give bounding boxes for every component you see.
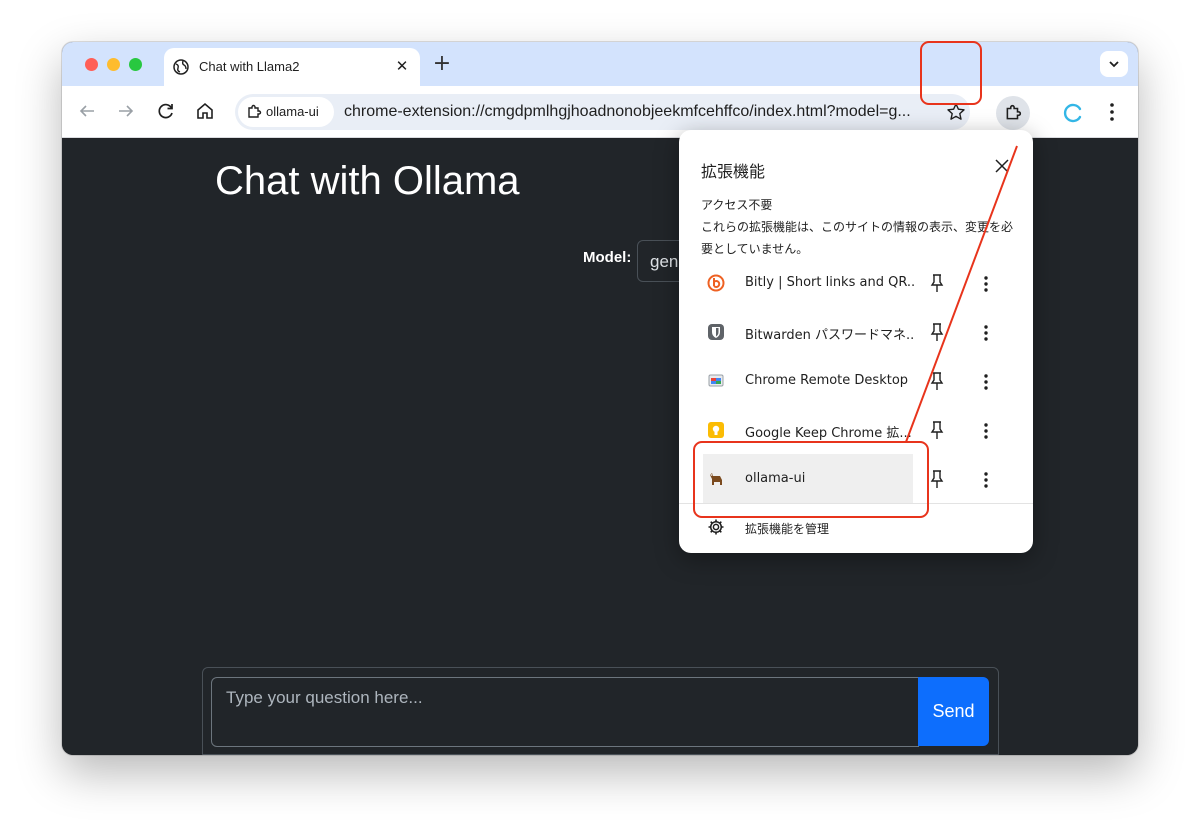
more-options-icon[interactable] xyxy=(979,274,993,294)
page-title: Chat with Ollama xyxy=(215,159,520,203)
chrome-remote-desktop-icon xyxy=(708,374,724,387)
ollama-row-highlight xyxy=(693,441,929,518)
back-icon[interactable] xyxy=(76,100,98,122)
tab-close-icon[interactable]: ✕ xyxy=(392,56,412,76)
close-window-button[interactable] xyxy=(85,58,98,71)
extension-chip-label: ollama-ui xyxy=(266,104,319,119)
forward-icon[interactable] xyxy=(115,100,137,122)
send-button[interactable]: Send xyxy=(918,677,989,746)
extension-row-bitwarden[interactable]: Bitwarden パスワードマネ... xyxy=(701,309,1013,353)
bitly-icon xyxy=(707,274,725,292)
extension-name: Chrome Remote Desktop xyxy=(745,373,909,388)
extension-row-chrome-remote-desktop[interactable]: Chrome Remote Desktop xyxy=(701,358,1013,402)
new-tab-button[interactable]: + xyxy=(430,52,454,76)
extensions-button-highlight xyxy=(920,41,982,105)
extension-chip[interactable]: ollama-ui xyxy=(238,97,334,127)
pin-icon[interactable] xyxy=(929,273,945,293)
tab-title: Chat with Llama2 xyxy=(199,59,300,74)
model-select-value: gen xyxy=(650,252,679,271)
google-keep-icon xyxy=(708,422,724,438)
close-icon[interactable] xyxy=(992,156,1012,176)
more-options-icon[interactable] xyxy=(979,323,993,343)
extension-name: Google Keep Chrome 拡... xyxy=(745,426,912,441)
minimize-window-button[interactable] xyxy=(107,58,120,71)
manage-extensions-link[interactable]: 拡張機能を管理 xyxy=(745,520,829,537)
browser-menu-icon[interactable] xyxy=(1104,101,1120,123)
gear-icon xyxy=(708,519,724,535)
home-icon[interactable] xyxy=(194,100,216,122)
loading-spinner-icon[interactable] xyxy=(1062,102,1084,124)
puzzle-icon xyxy=(248,104,262,118)
more-options-icon[interactable] xyxy=(979,421,993,441)
pin-icon[interactable] xyxy=(929,420,945,440)
more-options-icon[interactable] xyxy=(979,372,993,392)
more-options-icon[interactable] xyxy=(979,470,993,490)
pin-icon[interactable] xyxy=(929,322,945,342)
bookmark-star-icon[interactable] xyxy=(946,102,966,122)
extension-row-bitly[interactable]: Bitly | Short links and QR... xyxy=(701,260,1013,304)
extension-name: Bitly | Short links and QR... xyxy=(745,275,915,290)
section-description: これらの拡張機能は、このサイトの情報の表示、変更を必要としていません。 xyxy=(701,220,1014,256)
extension-name: Bitwarden パスワードマネ... xyxy=(745,328,915,343)
pin-icon[interactable] xyxy=(929,469,945,489)
tab-chat-with-llama2[interactable]: Chat with Llama2 ✕ xyxy=(164,48,420,86)
chevron-down-icon xyxy=(1109,61,1119,68)
popup-title: 拡張機能 xyxy=(701,162,766,181)
maximize-window-button[interactable] xyxy=(129,58,142,71)
tab-search-button[interactable] xyxy=(1100,51,1128,77)
reload-icon[interactable] xyxy=(155,100,177,122)
puzzle-icon xyxy=(1006,104,1022,120)
pin-icon[interactable] xyxy=(929,371,945,391)
section-heading: アクセス不要 xyxy=(701,198,773,212)
extensions-button[interactable] xyxy=(996,96,1030,130)
address-bar[interactable]: ollama-ui chrome-extension://cmgdpmlhgjh… xyxy=(235,94,970,130)
url-text[interactable]: chrome-extension://cmgdpmlhgjhoadnonobje… xyxy=(344,103,934,121)
bitwarden-icon xyxy=(708,324,724,340)
question-input[interactable]: Type your question here... xyxy=(211,677,919,747)
globe-icon xyxy=(173,59,189,75)
model-label: Model: xyxy=(583,249,632,266)
